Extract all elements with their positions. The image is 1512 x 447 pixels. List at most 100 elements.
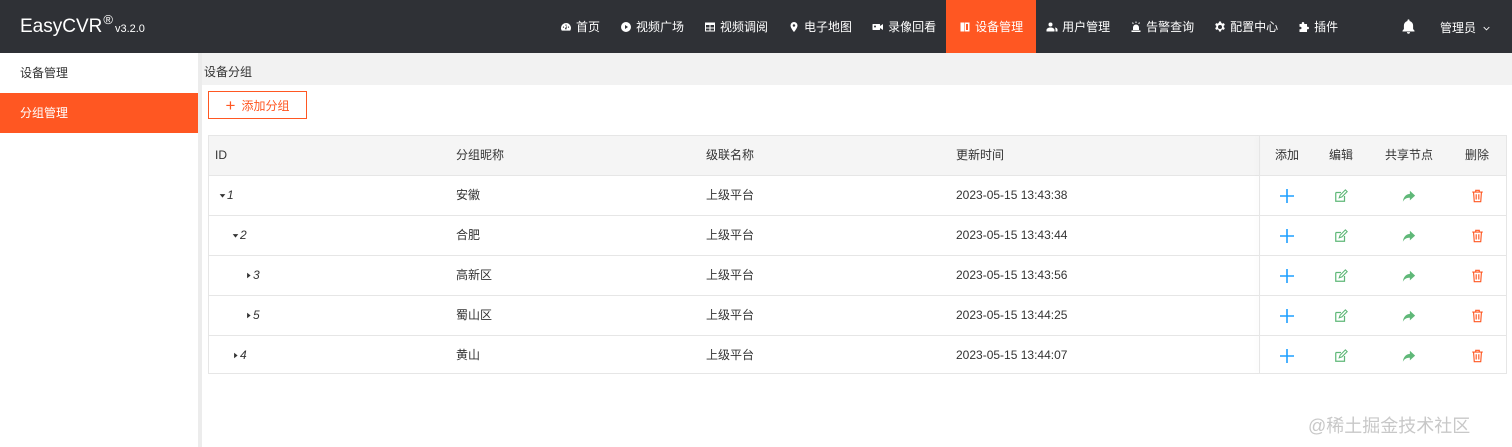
group-id: 3 xyxy=(253,268,260,282)
main-nav: 首页 视频广场 视频调阅 电子地图 录像回看 设备管理 用户管理 告警查询 配置中心 插件 xyxy=(550,0,1348,53)
nav-item-label: 首页 xyxy=(576,20,601,34)
cell-updated-time: 2023-05-15 13:43:56 xyxy=(956,268,1068,282)
share-icon[interactable] xyxy=(1402,216,1416,255)
nav-item-map-pin[interactable]: 电子地图 xyxy=(778,0,862,53)
nav-item-label: 设备管理 xyxy=(975,20,1024,34)
table-row: 4 黄山 上级平台 2023-05-15 13:44:07 xyxy=(209,336,1506,376)
breadcrumb-bar: 设备分组 xyxy=(202,53,1512,85)
cell-cascade-name: 上级平台 xyxy=(706,188,755,202)
caret-right-icon[interactable] xyxy=(232,352,239,359)
nav-item-alarm[interactable]: 告警查询 xyxy=(1120,0,1204,53)
header-group-name: 分组昵称 xyxy=(456,148,505,162)
add-child-icon[interactable] xyxy=(1279,216,1295,255)
main-content: 设备分组 + 添加分组 ID 分组昵称 级联名称 更新时间 添加 编辑 共享节点… xyxy=(202,53,1512,447)
nav-item-play[interactable]: 视频广场 xyxy=(610,0,694,53)
registered-mark: ® xyxy=(103,12,113,27)
edit-icon[interactable] xyxy=(1334,176,1348,215)
nav-item-users[interactable]: 用户管理 xyxy=(1036,0,1120,53)
nav-item-label: 用户管理 xyxy=(1062,20,1111,34)
nav-item-device[interactable]: 设备管理 xyxy=(946,0,1037,53)
puzzle-icon xyxy=(1298,21,1310,33)
edit-icon[interactable] xyxy=(1334,216,1348,255)
cell-id: 1 xyxy=(219,176,234,215)
nav-item-label: 录像回看 xyxy=(888,20,937,34)
video-camera-icon xyxy=(872,21,884,33)
cell-updated-time: 2023-05-15 13:44:25 xyxy=(956,308,1068,322)
group-id: 4 xyxy=(240,348,247,362)
nav-item-dashboard[interactable]: 首页 xyxy=(550,0,610,53)
users-icon xyxy=(1046,21,1058,33)
nav-item-gear[interactable]: 配置中心 xyxy=(1204,0,1288,53)
edit-icon[interactable] xyxy=(1334,296,1348,335)
nav-item-puzzle[interactable]: 插件 xyxy=(1288,0,1348,53)
header-updated-time: 更新时间 xyxy=(956,148,1005,162)
header-delete: 删除 xyxy=(1464,148,1489,162)
cell-id: 2 xyxy=(232,216,247,255)
cell-cascade-name: 上级平台 xyxy=(706,308,755,322)
delete-icon[interactable] xyxy=(1471,216,1484,255)
share-icon[interactable] xyxy=(1402,296,1416,335)
header-cascade-name: 级联名称 xyxy=(706,148,755,162)
cell-cascade-name: 上级平台 xyxy=(706,268,755,282)
map-pin-icon xyxy=(788,21,800,33)
cell-updated-time: 2023-05-15 13:43:38 xyxy=(956,188,1068,202)
delete-icon[interactable] xyxy=(1471,336,1484,375)
nav-item-label: 配置中心 xyxy=(1230,20,1279,34)
top-bar: EasyCVR®v3.2.0 首页 视频广场 视频调阅 电子地图 录像回看 设备管理 用户管… xyxy=(0,0,1512,53)
sidebar: 设备管理 分组管理 xyxy=(0,53,198,447)
group-id: 2 xyxy=(240,228,247,242)
delete-icon[interactable] xyxy=(1471,256,1484,295)
caret-down-icon[interactable] xyxy=(232,232,239,239)
cell-cascade-name: 上级平台 xyxy=(706,228,755,242)
watermark: @稀土掘金技术社区 xyxy=(1308,416,1471,436)
dashboard-icon xyxy=(560,21,572,33)
caret-down-icon[interactable] xyxy=(219,192,226,199)
user-menu[interactable]: 管理员 xyxy=(1440,19,1490,36)
app-logo[interactable]: EasyCVR®v3.2.0 xyxy=(20,12,145,38)
table-row: 3 高新区 上级平台 2023-05-15 13:43:56 xyxy=(209,256,1506,296)
share-icon[interactable] xyxy=(1402,336,1416,375)
table-header: ID 分组昵称 级联名称 更新时间 添加 编辑 共享节点 删除 xyxy=(209,136,1506,176)
group-id: 1 xyxy=(227,188,234,202)
cell-group-name: 黄山 xyxy=(456,348,481,362)
header-add: 添加 xyxy=(1274,148,1299,162)
plus-icon: + xyxy=(225,95,236,115)
sidebar-item-group-management[interactable]: 分组管理 xyxy=(0,93,198,133)
delete-icon[interactable] xyxy=(1471,296,1484,335)
nav-item-label: 告警查询 xyxy=(1146,20,1195,34)
device-icon xyxy=(959,21,971,33)
nav-item-label: 电子地图 xyxy=(804,20,853,34)
cell-updated-time: 2023-05-15 13:44:07 xyxy=(956,348,1068,362)
cell-id: 3 xyxy=(245,256,260,295)
alarm-icon xyxy=(1130,21,1142,33)
nav-item-label: 视频广场 xyxy=(636,20,685,34)
breadcrumb: 设备分组 xyxy=(204,65,253,79)
table-row: 1 安徽 上级平台 2023-05-15 13:43:38 xyxy=(209,176,1506,216)
add-child-icon[interactable] xyxy=(1279,336,1295,375)
bell-icon[interactable] xyxy=(1400,18,1417,35)
edit-icon[interactable] xyxy=(1334,336,1348,375)
table-row: 2 合肥 上级平台 2023-05-15 13:43:44 xyxy=(209,216,1506,256)
app-version: v3.2.0 xyxy=(114,23,145,35)
share-icon[interactable] xyxy=(1402,176,1416,215)
app-name: EasyCVR xyxy=(20,16,103,37)
add-child-icon[interactable] xyxy=(1279,176,1295,215)
delete-icon[interactable] xyxy=(1471,176,1484,215)
add-group-button[interactable]: + 添加分组 xyxy=(208,91,307,119)
grid-icon xyxy=(704,21,716,33)
caret-right-icon[interactable] xyxy=(245,272,252,279)
share-icon[interactable] xyxy=(1402,256,1416,295)
nav-item-grid[interactable]: 视频调阅 xyxy=(694,0,778,53)
add-group-label: 添加分组 xyxy=(241,98,290,113)
sidebar-item-device-management[interactable]: 设备管理 xyxy=(0,53,198,93)
cell-group-name: 合肥 xyxy=(456,228,481,242)
add-child-icon[interactable] xyxy=(1279,296,1295,335)
group-id: 5 xyxy=(253,308,260,322)
group-table: ID 分组昵称 级联名称 更新时间 添加 编辑 共享节点 删除 1 安徽 上级平台 2… xyxy=(208,135,1507,374)
edit-icon[interactable] xyxy=(1334,256,1348,295)
nav-item-video-camera[interactable]: 录像回看 xyxy=(862,0,946,53)
caret-right-icon[interactable] xyxy=(245,312,252,319)
cell-updated-time: 2023-05-15 13:43:44 xyxy=(956,228,1068,242)
add-child-icon[interactable] xyxy=(1279,256,1295,295)
nav-item-label: 插件 xyxy=(1314,20,1339,34)
